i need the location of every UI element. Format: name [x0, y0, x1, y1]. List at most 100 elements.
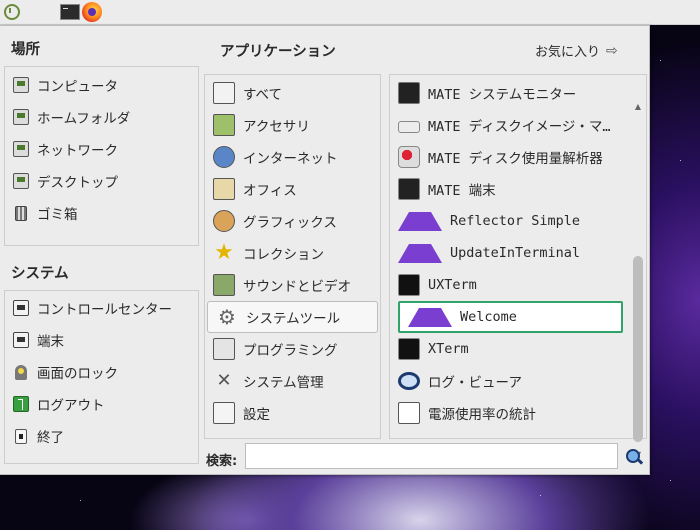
- app-label: MATE ディスク使用量解析器: [428, 151, 603, 167]
- terminal-icon: [13, 332, 29, 348]
- category-accessories[interactable]: アクセサリ: [205, 109, 380, 141]
- chevron-right-icon: ⇨: [606, 42, 618, 59]
- scrollbar-thumb[interactable]: [633, 256, 643, 442]
- trash-icon: [15, 205, 27, 221]
- category-office[interactable]: オフィス: [205, 173, 380, 205]
- search-icon[interactable]: [626, 449, 644, 465]
- system-item-control-center[interactable]: コントロールセンター: [5, 292, 198, 324]
- app-item[interactable]: Reflector Simple: [390, 205, 646, 237]
- apps-scrollbar[interactable]: ▲ ▼: [632, 101, 644, 461]
- top-panel: [0, 0, 700, 25]
- star: [540, 495, 541, 496]
- menu-logo-icon: [4, 4, 20, 20]
- category-label: インターネット: [243, 151, 338, 167]
- app-item[interactable]: MATE システムモニター: [390, 77, 646, 109]
- firefox-launcher[interactable]: [80, 0, 102, 24]
- category-label: サウンドとビデオ: [243, 279, 351, 295]
- programming-icon: [213, 338, 235, 360]
- app-label: UXTerm: [428, 277, 477, 293]
- app-label: UpdateInTerminal: [450, 245, 581, 261]
- star: [680, 160, 681, 161]
- places-item-network[interactable]: ネットワーク: [5, 133, 198, 165]
- star: [670, 480, 671, 481]
- system-item-label: ログアウト: [37, 398, 105, 414]
- settings-icon: [213, 402, 235, 424]
- control-center-icon: [13, 300, 29, 316]
- internet-icon: [213, 146, 235, 168]
- places-list: コンピュータ ホームフォルダ ネットワーク デスクトップ ゴミ箱: [4, 66, 199, 246]
- all-apps-icon: [213, 82, 235, 104]
- places-item-home[interactable]: ホームフォルダ: [5, 101, 198, 133]
- places-item-label: ゴミ箱: [37, 207, 78, 223]
- app-item[interactable]: MATE 端末: [390, 173, 646, 205]
- favorites-label: お気に入り: [535, 45, 601, 60]
- category-graphics[interactable]: グラフィックス: [205, 205, 380, 237]
- system-item-shutdown[interactable]: 終了: [5, 420, 198, 452]
- places-item-label: デスクトップ: [37, 175, 118, 191]
- arch-logo-icon: [398, 211, 442, 231]
- app-item[interactable]: UpdateInTerminal: [390, 237, 646, 269]
- category-collection[interactable]: ★ コレクション: [205, 237, 380, 269]
- app-item[interactable]: XTerm: [390, 333, 646, 365]
- star: [80, 500, 81, 501]
- app-item[interactable]: MATE ディスクイメージ・マ…: [390, 109, 646, 141]
- places-item-trash[interactable]: ゴミ箱: [5, 197, 198, 229]
- category-settings[interactable]: 設定: [205, 397, 380, 429]
- logout-icon: [13, 396, 29, 412]
- app-label: MATE システムモニター: [428, 87, 577, 103]
- scroll-up-arrow-icon[interactable]: ▲: [632, 101, 644, 113]
- category-system-tools[interactable]: ⚙ システムツール: [207, 301, 378, 333]
- xterm-icon: [398, 274, 420, 296]
- terminal-launcher[interactable]: [20, 0, 80, 24]
- computer-icon: [13, 77, 29, 93]
- app-label: ログ・ビューア: [428, 375, 522, 391]
- app-item[interactable]: MATE ディスク使用量解析器: [390, 141, 646, 173]
- desktop-folder-icon: [13, 173, 29, 189]
- app-item-selected[interactable]: Welcome: [398, 301, 623, 333]
- power-statistics-icon: [398, 402, 420, 424]
- favorites-button[interactable]: お気に入り ⇨: [535, 41, 618, 61]
- system-item-label: 端末: [37, 334, 64, 350]
- system-item-label: 画面のロック: [37, 366, 118, 382]
- system-item-logout[interactable]: ログアウト: [5, 388, 198, 420]
- application-menu: 場所 コンピュータ ホームフォルダ ネットワーク デスクトップ ゴミ箱 システム…: [0, 25, 650, 475]
- category-label: アクセサリ: [243, 119, 310, 135]
- category-label: プログラミング: [243, 343, 338, 359]
- system-item-lock-screen[interactable]: 画面のロック: [5, 356, 198, 388]
- search-input[interactable]: [245, 443, 618, 469]
- disk-usage-icon: [398, 146, 420, 168]
- search-label: 検索:: [206, 454, 238, 469]
- network-icon: [13, 141, 29, 157]
- category-label: オフィス: [243, 183, 297, 199]
- category-programming[interactable]: プログラミング: [205, 333, 380, 365]
- menu-button[interactable]: [0, 0, 20, 24]
- places-item-label: コンピュータ: [37, 79, 118, 95]
- app-item[interactable]: UXTerm: [390, 269, 646, 301]
- system-list: コントロールセンター 端末 画面のロック ログアウト 終了: [4, 290, 199, 464]
- app-label: Reflector Simple: [450, 213, 581, 229]
- places-item-computer[interactable]: コンピュータ: [5, 69, 198, 101]
- system-monitor-icon: [398, 82, 420, 104]
- category-sound-video[interactable]: サウンドとビデオ: [205, 269, 380, 301]
- app-label: Welcome: [460, 309, 517, 325]
- app-item[interactable]: ログ・ビューア: [390, 365, 646, 397]
- system-tools-gear-icon: ⚙: [218, 305, 236, 329]
- category-administration[interactable]: ✕ システム管理: [205, 365, 380, 397]
- categories-list: すべて アクセサリ インターネット オフィス グラフィックス ★ コレクション …: [204, 74, 381, 439]
- administration-tools-icon: ✕: [216, 370, 232, 391]
- category-all[interactable]: すべて: [205, 77, 380, 109]
- firefox-icon: [82, 2, 102, 22]
- system-item-terminal[interactable]: 端末: [5, 324, 198, 356]
- lock-screen-icon: [15, 364, 27, 380]
- app-item[interactable]: 電源使用率の統計: [390, 397, 646, 429]
- system-title: システム: [11, 266, 69, 282]
- app-label: MATE ディスクイメージ・マ…: [428, 119, 611, 135]
- terminal-icon: [398, 178, 420, 200]
- system-item-label: コントロールセンター: [37, 302, 172, 318]
- log-viewer-icon: [398, 372, 420, 390]
- category-label: コレクション: [243, 247, 324, 263]
- places-item-desktop[interactable]: デスクトップ: [5, 165, 198, 197]
- category-internet[interactable]: インターネット: [205, 141, 380, 173]
- office-icon: [213, 178, 235, 200]
- system-item-label: 終了: [37, 430, 64, 446]
